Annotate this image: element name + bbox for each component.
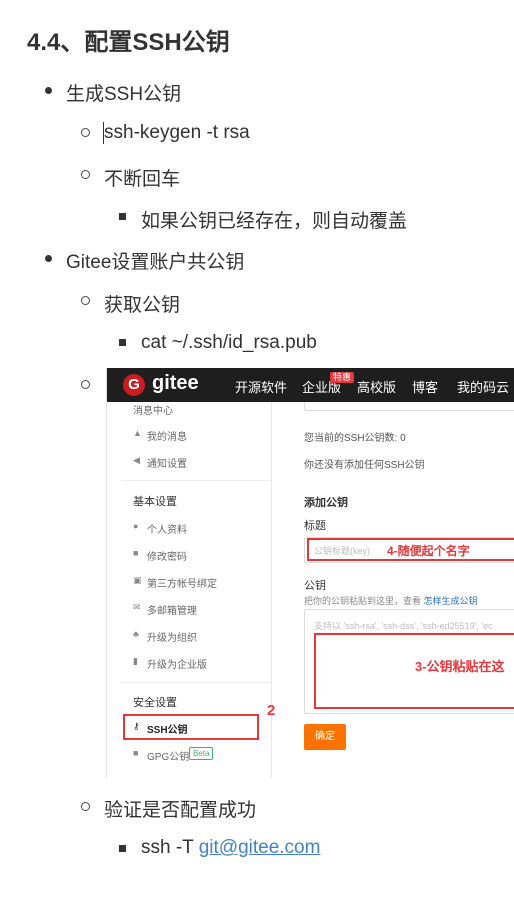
sidebar-change-password[interactable]: 修改密码 [147, 548, 187, 563]
bullet-circle [81, 802, 90, 811]
git-at-gitee-link[interactable]: git@gitee.com [199, 837, 321, 858]
sidebar-upgrade-enterprise[interactable]: 升级为企业版 [147, 656, 207, 671]
key-hint: 把你的公钥粘贴到这里，查看 怎样生成公钥 [304, 594, 478, 607]
hot-badge: 特惠 [330, 372, 355, 383]
sidebar-gpg-keys[interactable]: GPG公钥 [147, 748, 189, 763]
bell-icon: ▲ [133, 428, 142, 438]
speaker-icon: ◀ [133, 455, 140, 465]
list-item-verify: 验证是否配置成功 [104, 800, 257, 821]
public-key-placeholder: 支持以 'ssh-rsa', 'ssh-dss', 'ssh-ed25519',… [314, 621, 493, 631]
gitee-ssh-settings-screenshot: G gitee 开源软件 企业版 特惠 高校版 博客 我的码云 消息中心 ▲ 我… [106, 368, 514, 778]
how-to-generate-link[interactable]: 怎样生成公钥 [424, 596, 478, 606]
nav-blog[interactable]: 博客 [412, 377, 438, 396]
user-icon: ● [133, 521, 139, 531]
gitee-brand: gitee [152, 372, 199, 394]
list-item-keep-enter: 不断回车 [104, 169, 181, 190]
ssh-key-count: 您当前的SSH公钥数: 0 [304, 433, 406, 444]
sidebar-security-settings: 安全设置 [133, 697, 177, 709]
no-key-message: 你还没有添加任何SSH公钥 [304, 460, 425, 471]
list-item-overwrite-note: 如果公钥已经存在，则自动覆盖 [141, 211, 408, 232]
clipped-previous-line [68, 0, 228, 2]
lock-icon: ■ [133, 548, 139, 558]
beta-badge: Beta [189, 747, 214, 760]
settings-sidebar: 消息中心 ▲ 我的消息 ◀ 通知设置 基本设置 ● 个人资料 ■ 修改密码 ▣ … [107, 402, 276, 778]
bullet-square [119, 339, 126, 346]
divider [121, 480, 271, 481]
group-icon: ♣ [133, 629, 139, 639]
title-label: 标题 [304, 520, 326, 532]
link-icon: ▣ [133, 575, 142, 585]
sidebar-notify-settings[interactable]: 通知设置 [147, 455, 187, 470]
list-item-get-key: 获取公钥 [104, 295, 181, 316]
list-item-gitee-setup: Gitee设置账户共公钥 [66, 252, 245, 273]
gitee-logo-glyph: G [128, 376, 140, 393]
bullet-square [119, 213, 126, 220]
sidebar-message-center[interactable]: 消息中心 [133, 402, 173, 417]
building-icon: ▮ [133, 656, 138, 666]
bullet-circle [81, 296, 90, 305]
bullet-circle [81, 380, 90, 389]
command-ssh-test: ssh -T git@gitee.com [141, 837, 320, 859]
section-heading: 4.4、配置SSH公钥 [27, 29, 230, 56]
annotation-box-ssh [123, 714, 259, 740]
bullet-circle [81, 170, 90, 179]
top-field-edge [304, 402, 514, 411]
command-cat-pubkey: cat ~/.ssh/id_rsa.pub [141, 332, 317, 353]
bullet-square [119, 845, 126, 852]
ssh-test-prefix: ssh -T [141, 837, 199, 858]
mail-icon: ✉ [133, 602, 141, 612]
lock-icon: ■ [133, 748, 139, 758]
nav-open-source[interactable]: 开源软件 [235, 377, 287, 396]
key-hint-text: 把你的公钥粘贴到这里，查看 [304, 596, 422, 606]
command-ssh-keygen: ssh-keygen -t rsa [104, 122, 250, 143]
nav-my-gitee[interactable]: 我的码云 [457, 377, 509, 396]
bullet-disc [45, 255, 52, 262]
sidebar-my-messages[interactable]: 我的消息 [147, 428, 187, 443]
nav-education[interactable]: 高校版 [357, 377, 396, 396]
bullet-circle [81, 128, 90, 137]
key-label: 公钥 [304, 580, 326, 592]
sidebar-upgrade-org[interactable]: 升级为组织 [147, 629, 197, 644]
bullet-disc [45, 87, 52, 94]
annotation-3: 3-公钥粘贴在这 [415, 659, 505, 674]
sidebar-basic-settings: 基本设置 [133, 496, 177, 508]
sidebar-multi-email[interactable]: 多邮箱管理 [147, 602, 197, 617]
confirm-button[interactable]: 确定 [304, 724, 346, 750]
add-key-heading: 添加公钥 [304, 497, 348, 509]
annotation-2: 2 [267, 702, 276, 719]
list-item-generate-key: 生成SSH公钥 [66, 84, 182, 105]
sidebar-profile[interactable]: 个人资料 [147, 521, 187, 536]
sidebar-third-party[interactable]: 第三方帐号绑定 [147, 575, 217, 590]
annotation-4: 4-随便起个名字 [387, 544, 470, 558]
divider [121, 682, 271, 683]
